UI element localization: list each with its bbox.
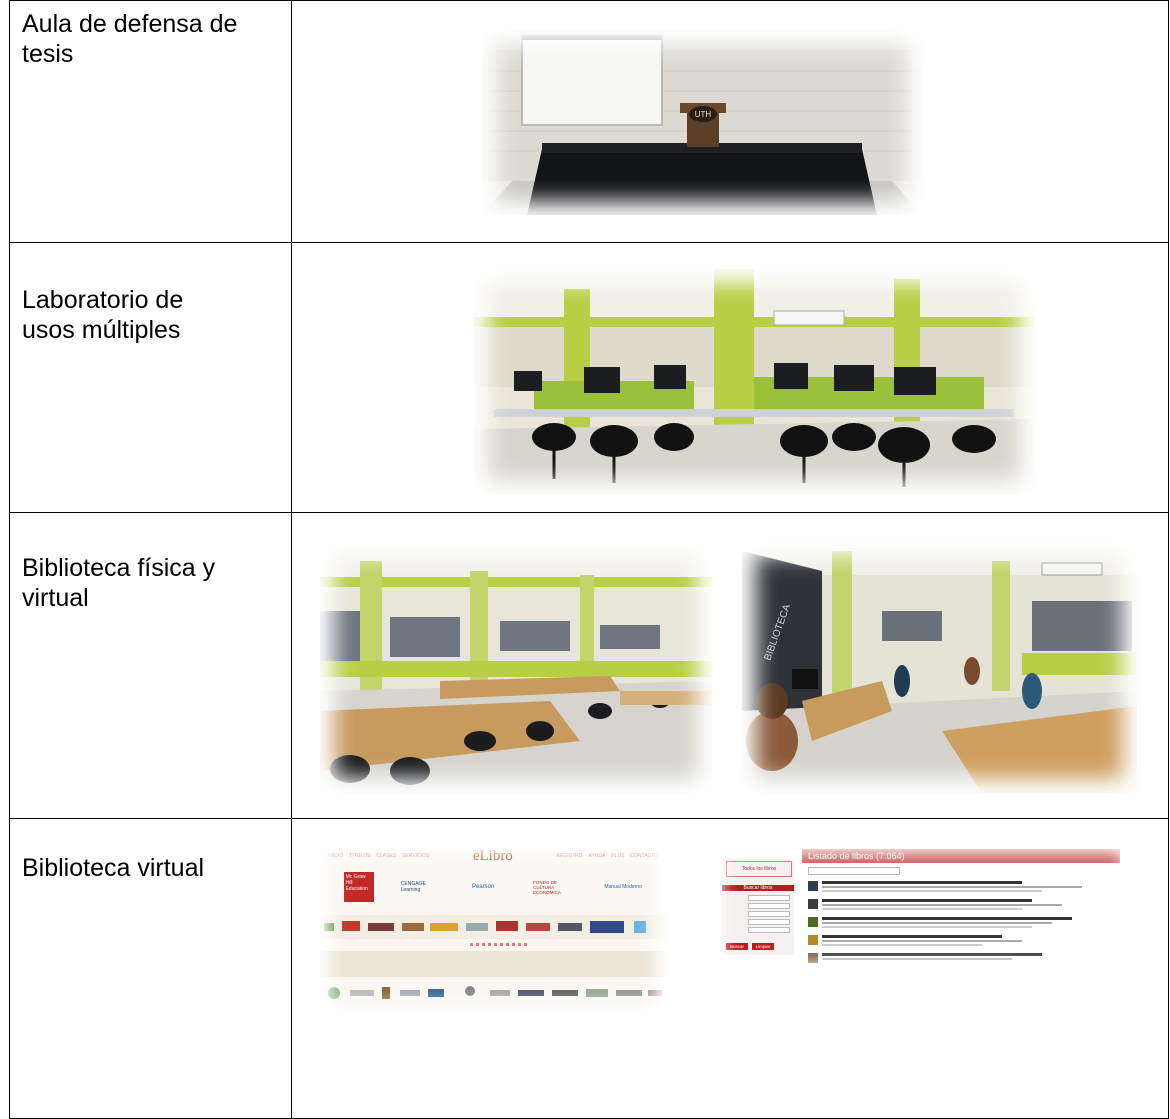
nav-item: CLASES [376,853,397,859]
podium-logo: UTH [695,110,712,119]
banner-band [320,951,666,977]
label-cell: Biblioteca física y virtual [9,512,292,819]
partner-strip [320,915,666,939]
elibro-portal-screenshot: INICIO TITULOS CLASES SERVICIOS eLibro R… [320,843,666,1015]
row-label: Biblioteca física y virtual [22,554,216,612]
nav-item: INICIO [328,853,344,859]
nav-item: AYUDA [588,853,606,859]
nav-item: REGISTRO [556,853,583,859]
cengage-logo: CENGAGE Learning [400,881,426,893]
label-cell: Laboratorio de usos múltiples [9,242,292,513]
search-button[interactable]: Buscar [726,943,748,950]
listing-title: Listado de libros (7.064) [802,849,1120,863]
elibro-logo: eLibro [472,847,513,864]
nav-item: PLUS [611,853,625,859]
table-row: Laboratorio de usos múltiples [9,242,1169,513]
manual-moderno-logo: Manual Moderno [604,884,642,890]
search-field[interactable] [748,903,790,909]
table-row: Biblioteca física y virtual BIBLIOTECA [9,512,1169,819]
media-cell: INICIO TITULOS CLASES SERVICIOS eLibro R… [291,818,1169,1119]
multipurpose-computer-lab-photo [474,269,1034,495]
library-students-photo: BIBLIOTECA [742,541,1137,793]
fce-logo: FONDO DE CULTURA ECONÓMICA [533,879,561,895]
thesis-defense-room-photo: UTH [482,31,922,215]
row-label: Aula de defensa de tesis [22,10,238,68]
label-cell: Biblioteca virtual [9,818,292,1119]
media-cell [291,242,1169,513]
catalog-sidebar: Todos los libros Buscar libros Buscar Li… [722,859,794,955]
book-list [808,879,1120,969]
search-heading: Buscar libros [722,885,794,891]
row-label: Biblioteca virtual [22,854,205,882]
elibro-nav: INICIO TITULOS CLASES SERVICIOS eLibro R… [328,847,658,864]
nav-item: TITULOS [349,853,371,859]
search-field[interactable] [748,895,790,901]
search-field[interactable] [748,927,790,933]
clear-button[interactable]: Limpiar [752,943,774,950]
nav-item: CONTACTO [630,853,658,859]
sort-select[interactable] [808,867,900,875]
mcgraw-hill-logo: Mc Graw Hill Education [343,872,374,902]
row-label: Laboratorio de usos múltiples [22,286,184,344]
carousel-dots [470,943,530,946]
media-cell: BIBLIOTECA [291,512,1169,819]
all-books-box[interactable]: Todos los libros [726,861,792,877]
label-cell: Aula de defensa de tesis [9,0,292,243]
table-row: Aula de defensa de tesis UTH [9,0,1169,243]
search-field[interactable] [748,911,790,917]
book-listing-screenshot: Todos los libros Buscar libros Buscar Li… [712,843,1132,973]
publisher-logos: Mc Graw Hill Education CENGAGE Learning … [330,869,656,905]
facilities-table: Aula de defensa de tesis UTH Laboratorio… [9,0,1169,1119]
media-cell: UTH [291,0,1169,243]
pearson-logo: Pearson [471,884,495,890]
nav-item: SERVICIOS [402,853,430,859]
table-row: Biblioteca virtual INICIO TITULOS CLASES… [9,818,1169,1119]
institution-logos [320,981,666,1005]
search-field[interactable] [748,919,790,925]
physical-library-photo [320,541,712,793]
